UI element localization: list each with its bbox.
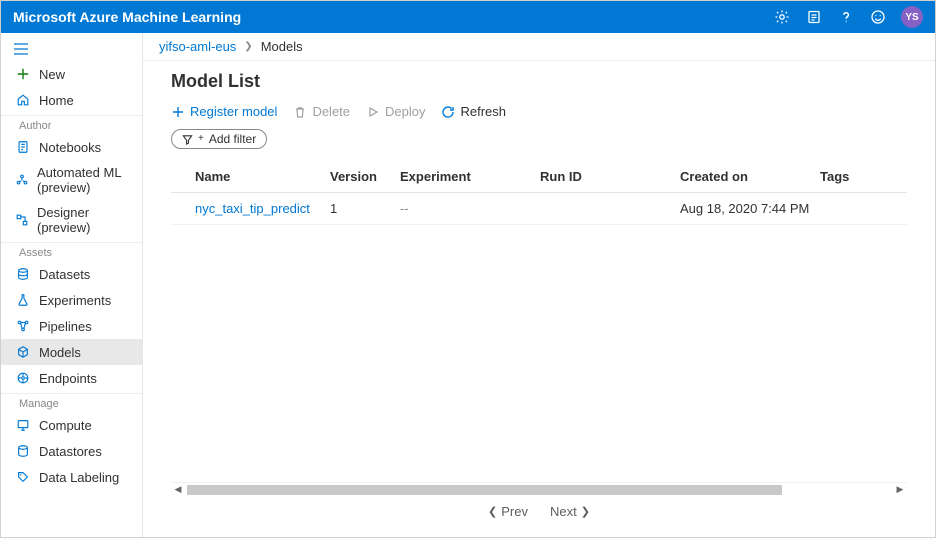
next-label: Next xyxy=(550,504,577,519)
sidebar-item-models[interactable]: Models xyxy=(1,339,142,365)
sidebar-section-assets: Assets xyxy=(1,242,142,261)
chevron-right-icon: ❯ xyxy=(244,41,252,52)
sidebar-item-designer[interactable]: Designer (preview) xyxy=(1,200,142,240)
table-row[interactable]: nyc_taxi_tip_predict 1 -- Aug 18, 2020 7… xyxy=(171,193,907,225)
smiley-icon[interactable] xyxy=(869,8,887,26)
sidebar-item-data-labeling[interactable]: Data Labeling xyxy=(1,464,142,490)
model-name-link[interactable]: nyc_taxi_tip_predict xyxy=(195,201,330,216)
refresh-button[interactable]: Refresh xyxy=(441,104,506,119)
sidebar-item-notebooks[interactable]: Notebooks xyxy=(1,134,142,160)
sidebar-item-pipelines[interactable]: Pipelines xyxy=(1,313,142,339)
main: yifso-aml-eus ❯ Models Model List Regist… xyxy=(143,33,935,537)
cell-experiment: -- xyxy=(400,201,540,216)
page-title: Model List xyxy=(171,71,907,92)
sidebar-item-label: Designer (preview) xyxy=(37,205,132,235)
sidebar-item-compute[interactable]: Compute xyxy=(1,412,142,438)
sidebar-item-new[interactable]: New xyxy=(1,61,142,87)
sidebar-item-datastores[interactable]: Datastores xyxy=(1,438,142,464)
breadcrumb-current: Models xyxy=(261,39,303,54)
scroll-thumb[interactable] xyxy=(187,485,782,495)
cell-tags xyxy=(820,201,883,216)
scroll-right-arrow[interactable]: ▶ xyxy=(893,484,907,495)
col-header-tags[interactable]: Tags xyxy=(820,169,883,184)
sidebar-item-label: Notebooks xyxy=(39,140,101,155)
deploy-button: Deploy xyxy=(366,104,425,119)
toolbar: Register model Delete Deploy Refresh xyxy=(171,104,907,119)
col-header-name[interactable]: Name xyxy=(195,169,330,184)
next-button[interactable]: Next ❯ xyxy=(550,504,590,519)
app-title: Microsoft Azure Machine Learning xyxy=(13,9,773,25)
notebook-icon xyxy=(15,139,31,155)
feedback-clipboard-icon[interactable] xyxy=(805,8,823,26)
col-header-created[interactable]: Created on xyxy=(680,169,820,184)
avatar[interactable]: YS xyxy=(901,6,923,28)
pager: ❮ Prev Next ❯ xyxy=(171,496,907,527)
cell-created: Aug 18, 2020 7:44 PM xyxy=(680,201,820,216)
sidebar-item-label: Automated ML (preview) xyxy=(37,165,132,195)
sidebar-item-label: Compute xyxy=(39,418,92,433)
sidebar-item-automl[interactable]: Automated ML (preview) xyxy=(1,160,142,200)
sidebar-item-label: Experiments xyxy=(39,293,111,308)
cell-runid xyxy=(540,201,680,216)
add-filter-label: Add filter xyxy=(209,132,256,146)
topbar: Microsoft Azure Machine Learning YS xyxy=(1,1,935,33)
sidebar-item-label: Datasets xyxy=(39,267,90,282)
sidebar-item-label: Data Labeling xyxy=(39,470,119,485)
toolbar-btn-label: Refresh xyxy=(460,104,506,119)
sidebar-item-home[interactable]: Home xyxy=(1,87,142,113)
sidebar-item-endpoints[interactable]: Endpoints xyxy=(1,365,142,391)
scroll-left-arrow[interactable]: ◀ xyxy=(171,484,185,495)
chevron-right-icon: ❯ xyxy=(581,505,590,518)
sidebar-item-label: Pipelines xyxy=(39,319,92,334)
sidebar-item-label: Models xyxy=(39,345,81,360)
pipelines-icon xyxy=(15,318,31,334)
automl-icon xyxy=(15,172,29,188)
sidebar-section-manage: Manage xyxy=(1,393,142,412)
breadcrumb-workspace[interactable]: yifso-aml-eus xyxy=(159,39,236,54)
hamburger-icon[interactable] xyxy=(1,39,142,61)
sidebar: New Home Author Notebooks Automated ML (… xyxy=(1,33,143,537)
toolbar-btn-label: Register model xyxy=(190,104,277,119)
col-header-version[interactable]: Version xyxy=(330,169,400,184)
sidebar-item-experiments[interactable]: Experiments xyxy=(1,287,142,313)
toolbar-btn-label: Delete xyxy=(312,104,350,119)
prev-label: Prev xyxy=(501,504,528,519)
sidebar-item-label: Endpoints xyxy=(39,371,97,386)
register-model-button[interactable]: Register model xyxy=(171,104,277,119)
datasets-icon xyxy=(15,266,31,282)
plus-icon xyxy=(15,66,31,82)
models-icon xyxy=(15,344,31,360)
compute-icon xyxy=(15,417,31,433)
col-header-runid[interactable]: Run ID xyxy=(540,169,680,184)
plus-icon: + xyxy=(198,133,204,144)
table-header: Name Version Experiment Run ID Created o… xyxy=(171,161,907,193)
col-header-experiment[interactable]: Experiment xyxy=(400,169,540,184)
data-labeling-icon xyxy=(15,469,31,485)
toolbar-btn-label: Deploy xyxy=(385,104,425,119)
sidebar-section-author: Author xyxy=(1,115,142,134)
delete-button: Delete xyxy=(293,104,350,119)
sidebar-item-label: Home xyxy=(39,93,74,108)
experiments-icon xyxy=(15,292,31,308)
topbar-actions: YS xyxy=(773,6,923,28)
sidebar-item-datasets[interactable]: Datasets xyxy=(1,261,142,287)
filter-icon xyxy=(182,134,193,145)
cell-version: 1 xyxy=(330,201,400,216)
endpoints-icon xyxy=(15,370,31,386)
add-filter-button[interactable]: + Add filter xyxy=(171,129,267,149)
prev-button[interactable]: ❮ Prev xyxy=(488,504,528,519)
gear-icon[interactable] xyxy=(773,8,791,26)
designer-icon xyxy=(15,212,29,228)
sidebar-item-label: New xyxy=(39,67,65,82)
breadcrumb: yifso-aml-eus ❯ Models xyxy=(143,33,935,61)
horizontal-scrollbar[interactable]: ◀ ▶ xyxy=(171,482,907,496)
sidebar-item-label: Datastores xyxy=(39,444,102,459)
chevron-left-icon: ❮ xyxy=(488,505,497,518)
help-icon[interactable] xyxy=(837,8,855,26)
home-icon xyxy=(15,92,31,108)
datastores-icon xyxy=(15,443,31,459)
models-table: Name Version Experiment Run ID Created o… xyxy=(171,161,907,225)
